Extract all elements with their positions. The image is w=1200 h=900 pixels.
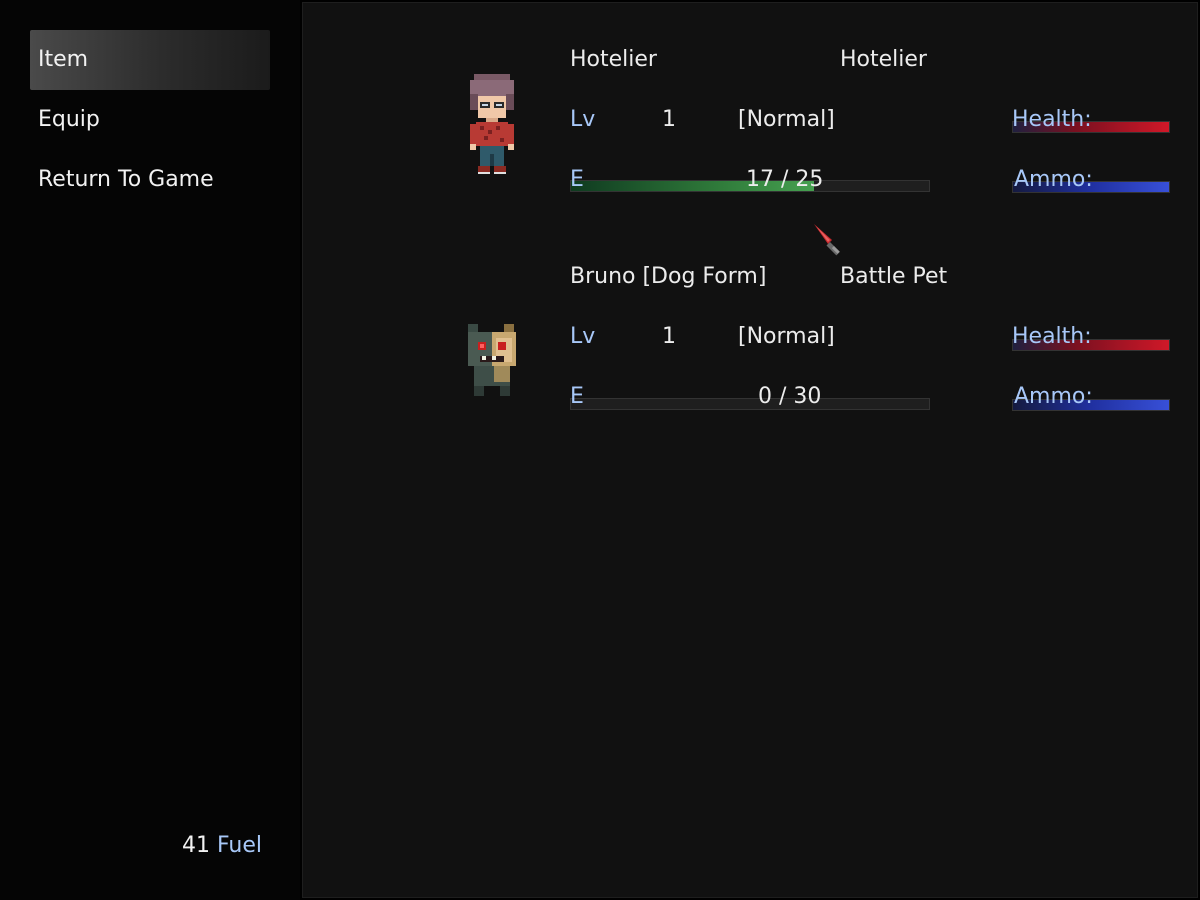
party-status-window xyxy=(302,2,1198,898)
menu-item-item[interactable]: Item xyxy=(30,30,270,90)
currency-amount: 41 xyxy=(181,833,210,858)
currency-unit: Fuel xyxy=(216,833,262,858)
knife-cursor-icon xyxy=(814,224,840,256)
actor-level: 1 xyxy=(662,324,676,349)
menu-item-return-to-game[interactable]: Return To Game xyxy=(30,150,270,210)
exp-value: 17 / 25 xyxy=(746,167,824,192)
level-label: Lv xyxy=(570,107,596,132)
command-window: Item Equip Return To Game 41 Fuel xyxy=(0,0,300,900)
mp-label: Ammo: xyxy=(1014,167,1093,192)
menu-item-equip[interactable]: Equip xyxy=(30,90,270,150)
level-label: Lv xyxy=(570,324,596,349)
currency-display: 41 Fuel xyxy=(182,833,262,858)
mp-label: Ammo: xyxy=(1014,384,1093,409)
exp-value: 0 / 30 xyxy=(758,384,822,409)
hp-label: Health: xyxy=(1012,324,1092,349)
hotelier-character-icon xyxy=(470,74,514,174)
hp-label: Health: xyxy=(1012,107,1092,132)
actor-name: Bruno [Dog Form] xyxy=(570,264,767,289)
actor-level: 1 xyxy=(662,107,676,132)
exp-label: E xyxy=(570,384,584,409)
actor-class: Battle Pet xyxy=(840,264,948,289)
actor-name: Hotelier xyxy=(570,47,657,72)
game-menu-screen: Item Equip Return To Game 41 Fuel Hoteli… xyxy=(0,0,1200,900)
actor-state: [Normal] xyxy=(738,324,835,349)
exp-label: E xyxy=(570,167,584,192)
actor-state: [Normal] xyxy=(738,107,835,132)
actor-class: Hotelier xyxy=(840,47,927,72)
exp-gauge xyxy=(570,398,930,410)
zombie-dog-character-icon xyxy=(468,324,516,396)
